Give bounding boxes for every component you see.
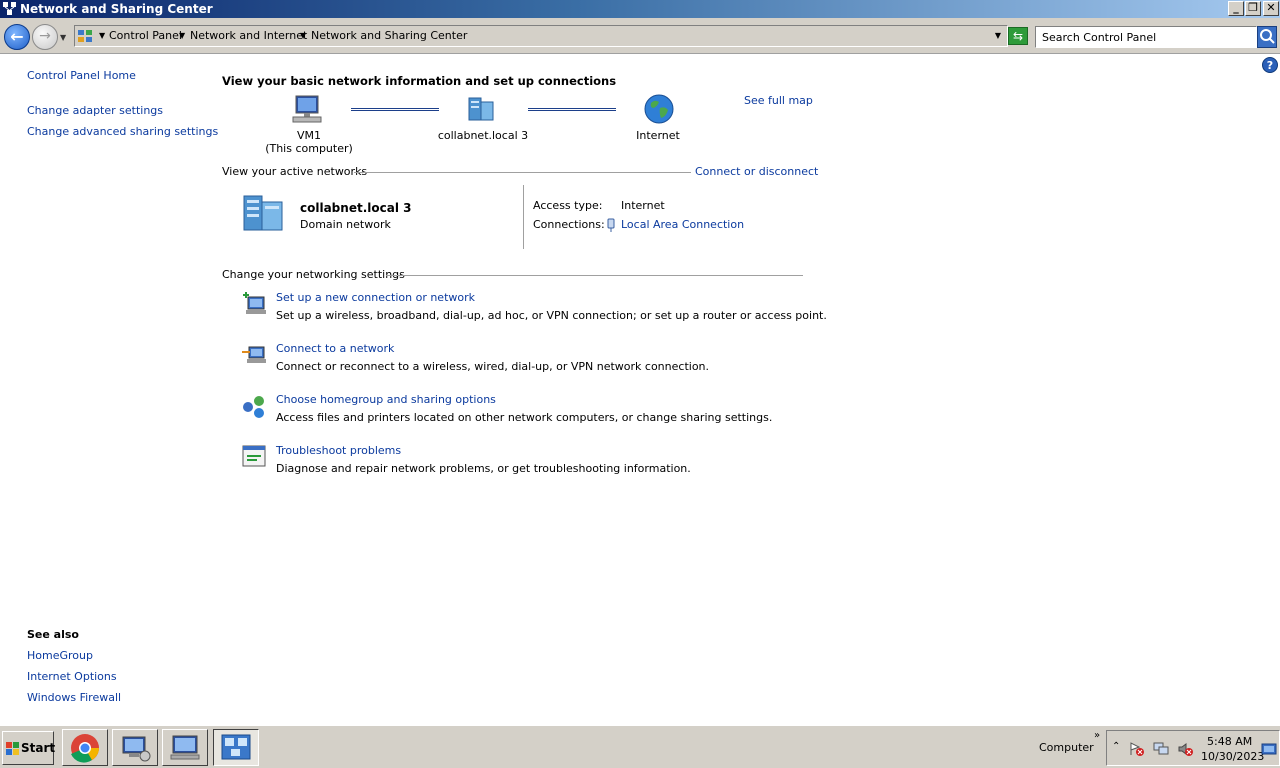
taskbar: Start Computer » ⌃ 5:48 AM 10/30/2023 <box>0 725 1280 768</box>
start-button[interactable]: Start <box>2 731 56 765</box>
address-dropdown-icon[interactable]: ▼ <box>995 31 1001 40</box>
connection-line <box>528 108 616 111</box>
window-title: Network and Sharing Center <box>20 2 213 16</box>
change-advanced-sharing-link[interactable]: Change advanced sharing settings <box>27 125 218 138</box>
access-type-label: Access type: <box>533 199 603 212</box>
chevron-right-icon[interactable]: ▼ <box>300 31 306 40</box>
active-network-name: collabnet.local 3 <box>300 201 412 215</box>
taskbar-remote-desktop[interactable] <box>112 729 158 766</box>
search-button[interactable] <box>1257 26 1277 48</box>
search-input[interactable]: Search Control Panel <box>1035 26 1257 48</box>
show-desktop-icon[interactable] <box>1261 741 1277 757</box>
connection-line <box>351 108 439 111</box>
system-tray: ⌃ 5:48 AM 10/30/2023 <box>1106 730 1280 766</box>
divider <box>354 172 691 173</box>
task-title-connect-network[interactable]: Connect to a network <box>276 342 394 355</box>
forward-button[interactable]: → <box>32 24 58 50</box>
start-label: Start <box>21 741 56 755</box>
homegroup-link[interactable]: HomeGroup <box>27 649 93 662</box>
minimize-button[interactable]: _ <box>1228 1 1244 16</box>
control-panel-icon <box>78 30 92 42</box>
change-adapter-settings-link[interactable]: Change adapter settings <box>27 104 163 117</box>
windows-firewall-link[interactable]: Windows Firewall <box>27 691 121 704</box>
crumb-control-panel[interactable]: Control Panel <box>109 29 182 42</box>
remote-desktop-icon <box>122 736 151 762</box>
page-title: View your basic network information and … <box>222 74 617 88</box>
clock-date[interactable]: 10/30/2023 <box>1201 750 1264 763</box>
action-center-icon[interactable] <box>1129 741 1145 757</box>
task-desc: Access files and printers located on oth… <box>276 411 773 424</box>
vertical-divider <box>523 185 524 249</box>
connect-disconnect-link[interactable]: Connect or disconnect <box>695 165 818 178</box>
task-title-troubleshoot[interactable]: Troubleshoot problems <box>276 444 401 457</box>
troubleshoot-icon <box>242 445 266 467</box>
taskbar-chrome[interactable] <box>62 729 108 766</box>
network-name: collabnet.local 3 <box>437 129 529 142</box>
new-connection-icon <box>243 292 266 314</box>
local-area-connection-link[interactable]: Local Area Connection <box>621 218 744 231</box>
refresh-button[interactable]: ⇆ <box>1008 27 1028 45</box>
title-bar: Network and Sharing Center _ ❐ ✕ <box>0 0 1280 18</box>
computer-sub: (This computer) <box>265 142 353 155</box>
task-desc: Set up a wireless, broadband, dial-up, a… <box>276 309 827 322</box>
computer-toolbar-label[interactable]: Computer <box>1039 741 1094 754</box>
networking-settings-heading: Change your networking settings <box>222 268 405 281</box>
help-icon[interactable]: ? <box>1262 57 1278 73</box>
crumb-network-sharing[interactable]: Network and Sharing Center <box>311 29 467 42</box>
recent-pages-dropdown[interactable]: ▼ <box>60 33 66 42</box>
computer-icon <box>170 735 200 760</box>
internet-label: Internet <box>636 129 680 142</box>
domain-network-icon <box>243 195 283 231</box>
clock-time[interactable]: 5:48 AM <box>1207 735 1252 748</box>
volume-muted-icon[interactable] <box>1177 741 1193 757</box>
breadcrumb[interactable]: ▼ Control Panel ▼ Network and Internet ▼… <box>74 25 1008 47</box>
search-icon <box>1260 29 1275 44</box>
network-center-icon <box>3 2 16 15</box>
active-network-type: Domain network <box>300 218 391 231</box>
access-type-value: Internet <box>621 199 665 212</box>
back-button[interactable]: ← <box>4 24 30 50</box>
taskbar-computer[interactable] <box>162 729 208 766</box>
chevron-right-icon[interactable]: ▼ <box>99 31 105 40</box>
see-also-heading: See also <box>27 628 79 641</box>
network-tray-icon[interactable] <box>1153 741 1169 757</box>
connections-label: Connections: <box>533 218 605 231</box>
address-bar: ← → ▼ ▼ Control Panel ▼ Network and Inte… <box>0 18 1280 54</box>
domain-network-icon[interactable] <box>466 95 498 123</box>
crumb-network-internet[interactable]: Network and Internet <box>190 29 307 42</box>
chrome-icon <box>71 734 99 763</box>
task-title-new-connection[interactable]: Set up a new connection or network <box>276 291 475 304</box>
taskbar-control-panel[interactable] <box>213 729 259 766</box>
task-desc: Diagnose and repair network problems, or… <box>276 462 691 475</box>
computer-name: VM1 <box>296 129 321 142</box>
computer-icon[interactable] <box>290 94 324 124</box>
internet-options-link[interactable]: Internet Options <box>27 670 117 683</box>
restore-button[interactable]: ❐ <box>1245 1 1261 16</box>
ethernet-icon <box>607 218 615 232</box>
connect-network-icon <box>242 346 266 363</box>
task-desc: Connect or reconnect to a wireless, wire… <box>276 360 710 373</box>
network-center-icon <box>221 734 251 760</box>
task-title-homegroup[interactable]: Choose homegroup and sharing options <box>276 393 496 406</box>
internet-globe-icon[interactable] <box>643 93 675 125</box>
windows-logo-icon <box>6 742 19 755</box>
see-full-map-link[interactable]: See full map <box>744 94 813 107</box>
divider <box>386 275 803 276</box>
close-button[interactable]: ✕ <box>1263 1 1279 16</box>
control-panel-home-link[interactable]: Control Panel Home <box>27 69 136 82</box>
homegroup-icon <box>243 396 264 418</box>
toolbar-expand-icon[interactable]: » <box>1094 730 1100 741</box>
active-networks-heading: View your active networks <box>222 165 368 178</box>
show-hidden-icons-icon[interactable]: ⌃ <box>1112 741 1120 752</box>
chevron-right-icon[interactable]: ▼ <box>179 31 185 40</box>
